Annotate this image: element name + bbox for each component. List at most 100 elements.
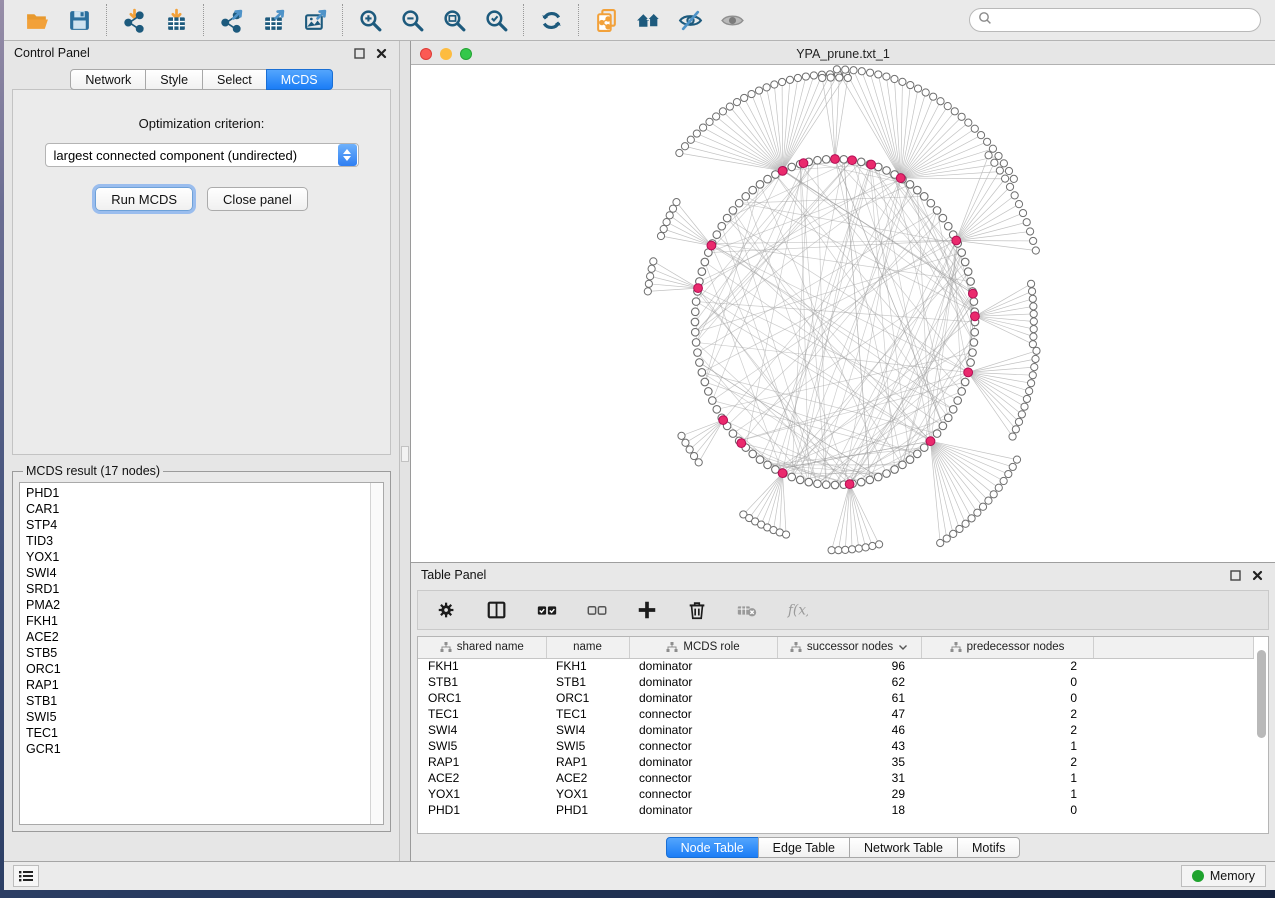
mcds-hub-node[interactable] (694, 284, 703, 293)
column-selector-button[interactable] (484, 597, 510, 623)
ring-node[interactable] (701, 378, 709, 386)
ring-node[interactable] (939, 214, 947, 222)
satellite-node[interactable] (771, 81, 778, 88)
mcds-hub-node[interactable] (707, 241, 716, 250)
satellite-node[interactable] (875, 71, 882, 78)
mcds-result-item[interactable]: PMA2 (26, 597, 383, 613)
mcds-result-item[interactable]: SRD1 (26, 581, 383, 597)
satellite-node[interactable] (1000, 160, 1007, 167)
satellite-node[interactable] (1013, 456, 1020, 463)
ring-node[interactable] (691, 308, 699, 316)
splitter-grip[interactable] (401, 446, 409, 462)
mcds-hub-node[interactable] (971, 312, 980, 321)
satellite-node[interactable] (983, 138, 990, 145)
search-box[interactable] (969, 8, 1261, 32)
tab-style[interactable]: Style (145, 69, 203, 90)
satellite-node[interactable] (1030, 318, 1037, 325)
ring-node[interactable] (814, 480, 822, 488)
column-header-successor-nodes[interactable]: successor nodes (777, 637, 921, 658)
satellite-node[interactable] (1030, 310, 1037, 317)
ring-node[interactable] (961, 378, 969, 386)
ring-node[interactable] (971, 328, 979, 336)
satellite-node[interactable] (962, 520, 969, 527)
ring-node[interactable] (692, 298, 700, 306)
satellite-node[interactable] (985, 497, 992, 504)
zoom-out-button[interactable] (399, 7, 425, 33)
satellite-node[interactable] (891, 75, 898, 82)
satellite-node[interactable] (1027, 380, 1034, 387)
ring-node[interactable] (961, 258, 969, 266)
ring-node[interactable] (970, 298, 978, 306)
table-row[interactable]: TEC1TEC1connector472 (418, 706, 1254, 722)
ring-node[interactable] (857, 478, 865, 486)
satellite-node[interactable] (657, 232, 664, 239)
ring-node[interactable] (964, 268, 972, 276)
tab-node-table[interactable]: Node Table (666, 837, 759, 858)
mcds-hub-node[interactable] (926, 437, 935, 446)
ring-node[interactable] (939, 422, 947, 430)
satellite-node[interactable] (855, 545, 862, 552)
tab-network-table[interactable]: Network Table (849, 837, 958, 858)
satellite-node[interactable] (985, 152, 992, 159)
satellite-node[interactable] (1033, 347, 1040, 354)
export-image-button[interactable] (302, 7, 328, 33)
mcds-result-item[interactable]: STB5 (26, 645, 383, 661)
mcds-result-item[interactable]: STP4 (26, 517, 383, 533)
satellite-node[interactable] (971, 125, 978, 132)
satellite-node[interactable] (1015, 201, 1022, 208)
mcds-hub-node[interactable] (831, 155, 840, 164)
satellite-node[interactable] (687, 136, 694, 143)
mcds-hub-node[interactable] (848, 156, 857, 165)
satellite-node[interactable] (706, 118, 713, 125)
satellite-node[interactable] (914, 85, 921, 92)
ring-node[interactable] (954, 397, 962, 405)
ring-node[interactable] (698, 268, 706, 276)
satellite-node[interactable] (681, 143, 688, 150)
satellite-node[interactable] (755, 87, 762, 94)
satellite-node[interactable] (835, 547, 842, 554)
satellite-node[interactable] (974, 509, 981, 516)
satellite-node[interactable] (866, 69, 873, 76)
ring-node[interactable] (831, 481, 839, 489)
satellite-node[interactable] (1018, 411, 1025, 418)
satellite-node[interactable] (693, 130, 700, 137)
mcds-hub-node[interactable] (964, 368, 973, 377)
add-column-button[interactable] (634, 597, 660, 623)
table-scrollbar-thumb[interactable] (1257, 650, 1266, 738)
table-scrollbar[interactable] (1257, 650, 1266, 822)
satellite-node[interactable] (663, 218, 670, 225)
table-row[interactable]: FKH1FKH1dominator962 (418, 658, 1254, 674)
mcds-result-item[interactable]: CAR1 (26, 501, 383, 517)
satellite-node[interactable] (678, 432, 685, 439)
ring-node[interactable] (883, 470, 891, 478)
ring-node[interactable] (701, 258, 709, 266)
mcds-hub-node[interactable] (778, 469, 787, 478)
satellite-node[interactable] (1023, 219, 1030, 226)
satellite-node[interactable] (842, 546, 849, 553)
satellite-node[interactable] (956, 525, 963, 532)
satellite-node[interactable] (907, 81, 914, 88)
satellite-node[interactable] (965, 119, 972, 126)
satellite-node[interactable] (690, 452, 697, 459)
ring-node[interactable] (840, 156, 848, 164)
satellite-node[interactable] (779, 78, 786, 85)
satellite-node[interactable] (922, 89, 929, 96)
tab-select[interactable]: Select (202, 69, 267, 90)
ring-node[interactable] (691, 318, 699, 326)
satellite-node[interactable] (733, 99, 740, 106)
ring-node[interactable] (944, 222, 952, 230)
satellite-node[interactable] (995, 484, 1002, 491)
satellite-node[interactable] (951, 108, 958, 115)
satellite-node[interactable] (990, 491, 997, 498)
deselect-all-button[interactable] (584, 597, 610, 623)
satellite-node[interactable] (645, 280, 652, 287)
optimization-criterion-select[interactable]: largest connected component (undirected) (45, 143, 359, 167)
ring-node[interactable] (696, 359, 704, 367)
run-mcds-button[interactable]: Run MCDS (95, 187, 193, 211)
select-all-button[interactable] (534, 597, 560, 623)
ring-node[interactable] (822, 481, 830, 489)
ring-node[interactable] (713, 406, 721, 414)
zoom-selected-button[interactable] (483, 7, 509, 33)
satellite-node[interactable] (802, 73, 809, 80)
ring-node[interactable] (906, 456, 914, 464)
